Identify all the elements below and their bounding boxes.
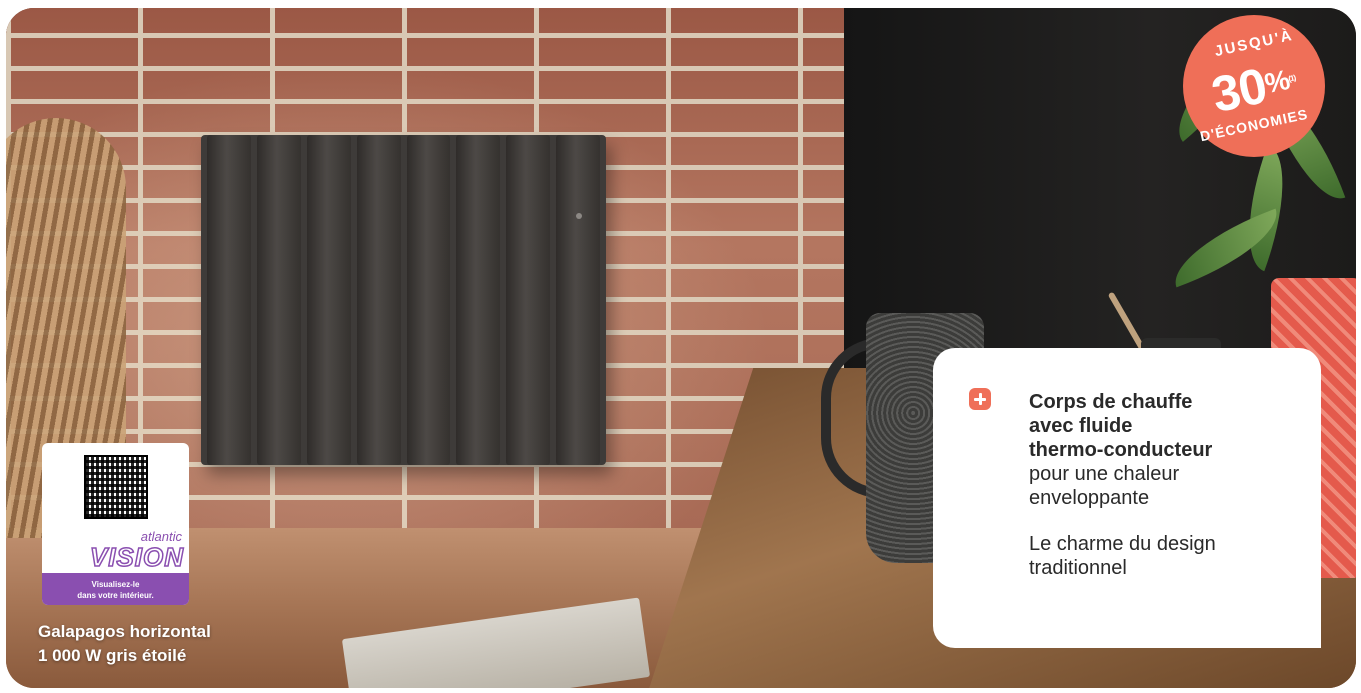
radiator-fin [456,135,501,465]
discount-badge: JUSQU'À 30%(1) D'ÉCONOMIES [1183,15,1325,157]
radiator-fin [406,135,451,465]
badge-footnote: (1) [1287,73,1297,84]
radiator-fin [356,135,401,465]
radiator-control-light [576,213,582,219]
qr-caption: Visualisez-le dans votre intérieur. [42,579,189,601]
radiator-image [201,135,606,465]
feature-bold-line: Corps de chauffe [1029,391,1193,413]
feature-line: pour une chaleur [1029,463,1180,485]
feature-second-line: traditionnel [1029,557,1127,579]
vision-logo-text: VISION [89,541,184,573]
badge-number: 30 [1206,57,1272,124]
qr-caption-line: Visualisez-le [91,580,140,589]
radiator-fin [207,135,251,465]
qr-code[interactable] [84,455,148,519]
radiator-fin [506,135,551,465]
feature-second-line: Le charme du design [1029,533,1216,555]
feature-text: Corps de chauffe avec fluide thermo-cond… [1029,390,1299,580]
radiator-fin [256,135,301,465]
feature-line: enveloppante [1029,487,1150,509]
feature-bold-line: thermo-conducteur [1029,439,1213,461]
radiator-fin [306,135,351,465]
product-name-line: Galapagos horizontal [38,622,211,641]
product-name: Galapagos horizontal 1 000 W gris étoilé [38,620,211,668]
radiator-fin [556,135,600,465]
feature-card: Corps de chauffe avec fluide thermo-cond… [933,348,1321,648]
badge-percent: % [1261,63,1292,100]
atlantic-vision-card[interactable]: atlantic VISION Visualisez-le dans votre… [42,443,189,605]
qr-caption-line: dans votre intérieur. [77,591,154,600]
plus-icon [969,388,991,410]
feature-bold-line: avec fluide [1029,415,1133,437]
product-name-line: 1 000 W gris étoilé [38,646,187,665]
